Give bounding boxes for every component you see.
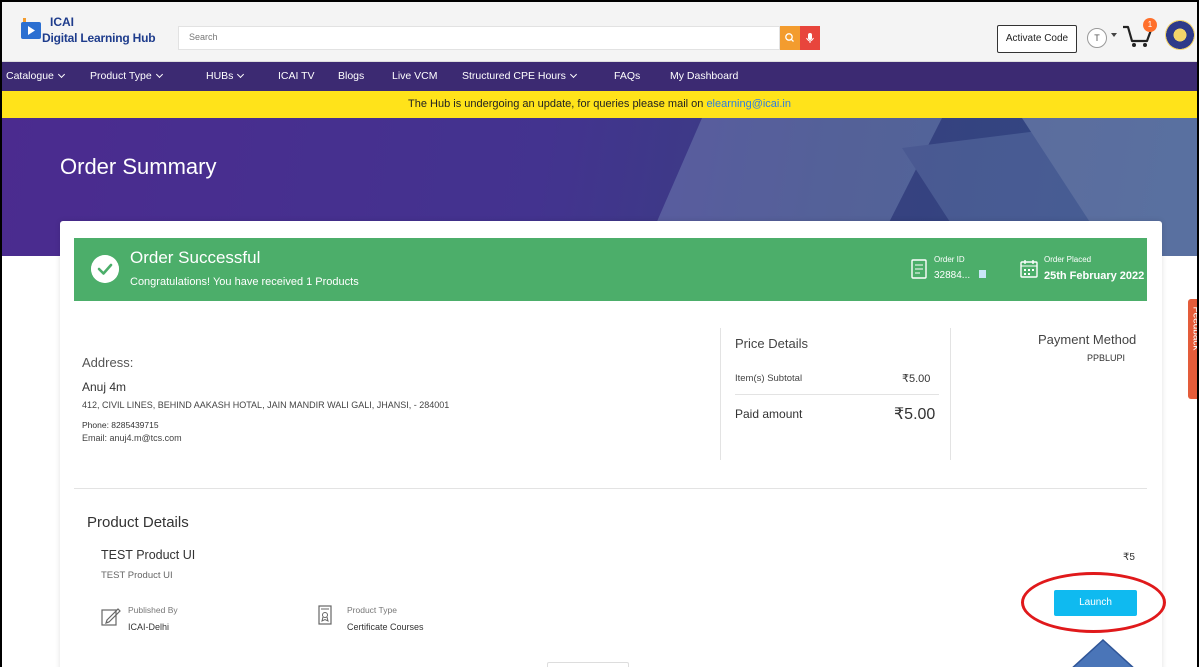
price-details-title: Price Details — [735, 336, 808, 351]
microphone-icon — [806, 33, 814, 43]
nav-faqs[interactable]: FAQs — [614, 70, 640, 82]
chevron-down-icon — [57, 70, 65, 79]
order-status-subtitle: Congratulations! You have received 1 Pro… — [130, 276, 359, 288]
published-by-value: ICAI-Delhi — [128, 622, 170, 632]
notice-banner: The Hub is undergoing an update, for que… — [2, 91, 1197, 118]
order-id-value: 32884... — [934, 270, 971, 281]
address-label: Address: — [82, 355, 134, 370]
cart-count-badge: 1 — [1143, 18, 1157, 32]
chevron-down-icon — [569, 70, 577, 79]
nav-product-type[interactable]: Product Type — [90, 70, 163, 82]
voice-search-button[interactable] — [800, 26, 820, 50]
icai-emblem-icon — [1165, 20, 1195, 50]
activate-code-button[interactable]: Activate Code — [997, 25, 1077, 53]
highlight-annotation-ring — [1021, 572, 1166, 633]
search-input[interactable]: Search — [178, 26, 780, 50]
address-phone: Phone: 8285439715 — [82, 420, 159, 430]
search-placeholder: Search — [189, 32, 218, 42]
paid-amount-label: Paid amount — [735, 407, 803, 421]
arrow-up-annotation-icon — [1072, 639, 1134, 667]
chevron-down-icon — [155, 70, 163, 79]
chevron-down-icon[interactable] — [1111, 33, 1117, 37]
order-status-title: Order Successful — [130, 248, 261, 267]
user-avatar[interactable]: T — [1087, 28, 1107, 48]
product-price: ₹5 — [1123, 552, 1135, 563]
top-header: ICAI Digital Learning Hub Search Activat… — [2, 2, 1197, 62]
divider — [74, 488, 1147, 489]
divider — [950, 328, 951, 460]
product-subtitle: TEST Product UI — [101, 570, 173, 581]
edit-document-icon — [101, 608, 121, 626]
nav-icai-tv[interactable]: ICAI TV — [278, 70, 315, 82]
page-frame: ICAI Digital Learning Hub Search Activat… — [0, 0, 1199, 667]
address-email: Email: anuj4.m@tcs.com — [82, 433, 182, 443]
logo-line1: ICAI — [50, 15, 74, 29]
copy-icon[interactable] — [979, 270, 986, 278]
product-name: TEST Product UI — [101, 548, 196, 562]
logo-icon — [21, 18, 41, 39]
notice-text: The Hub is undergoing an update, for que… — [408, 98, 707, 110]
site-logo[interactable]: ICAI Digital Learning Hub — [20, 10, 170, 52]
nav-catalogue[interactable]: Catalogue — [6, 70, 65, 82]
feedback-label: Feedback — [1190, 306, 1199, 351]
order-success-banner: Order Successful Congratulations! You ha… — [74, 238, 1147, 301]
order-placed-value: 25th February 2022 — [1044, 270, 1145, 282]
product-type-value: Certificate Courses — [347, 622, 424, 632]
pagination-stub — [547, 662, 629, 667]
nav-blogs[interactable]: Blogs — [338, 70, 364, 82]
search-icon — [785, 33, 794, 42]
divider — [735, 394, 939, 395]
nav-structured-cpe-hours[interactable]: Structured CPE Hours — [462, 70, 577, 82]
paid-amount-value: ₹5.00 — [894, 406, 936, 423]
subtotal-label: Item(s) Subtotal — [735, 373, 803, 384]
page-title: Order Summary — [60, 154, 217, 179]
notice-email-link[interactable]: elearning@icai.in — [706, 98, 791, 110]
order-placed-label: Order Placed — [1044, 255, 1092, 264]
published-by-label: Published By — [128, 605, 178, 615]
nav-hubs[interactable]: HUBs — [206, 70, 245, 82]
payment-method-value: PPBLUPI — [1087, 353, 1126, 363]
feedback-tab[interactable]: Feedback — [1188, 299, 1199, 399]
search-button[interactable] — [780, 26, 800, 50]
product-type-label: Product Type — [347, 605, 397, 615]
nav-my-dashboard[interactable]: My Dashboard — [670, 70, 738, 82]
calendar-icon — [1020, 260, 1038, 278]
main-nav: Catalogue Product Type HUBs ICAI TV Blog… — [2, 62, 1197, 91]
address-name: Anuj 4m — [82, 380, 127, 394]
order-id-label: Order ID — [934, 255, 965, 264]
receipt-icon — [911, 259, 927, 279]
divider — [720, 328, 721, 460]
certificate-icon — [318, 605, 332, 625]
check-circle-icon — [91, 255, 119, 283]
logo-line2: Digital Learning Hub — [42, 31, 156, 45]
subtotal-value: ₹5.00 — [902, 373, 931, 385]
nav-live-vcm[interactable]: Live VCM — [392, 70, 438, 82]
address-line: 412, CIVIL LINES, BEHIND AAKASH HOTAL, J… — [82, 400, 450, 410]
chevron-down-icon — [237, 70, 245, 79]
payment-method-title: Payment Method — [1038, 332, 1137, 347]
product-details-title: Product Details — [87, 514, 189, 531]
